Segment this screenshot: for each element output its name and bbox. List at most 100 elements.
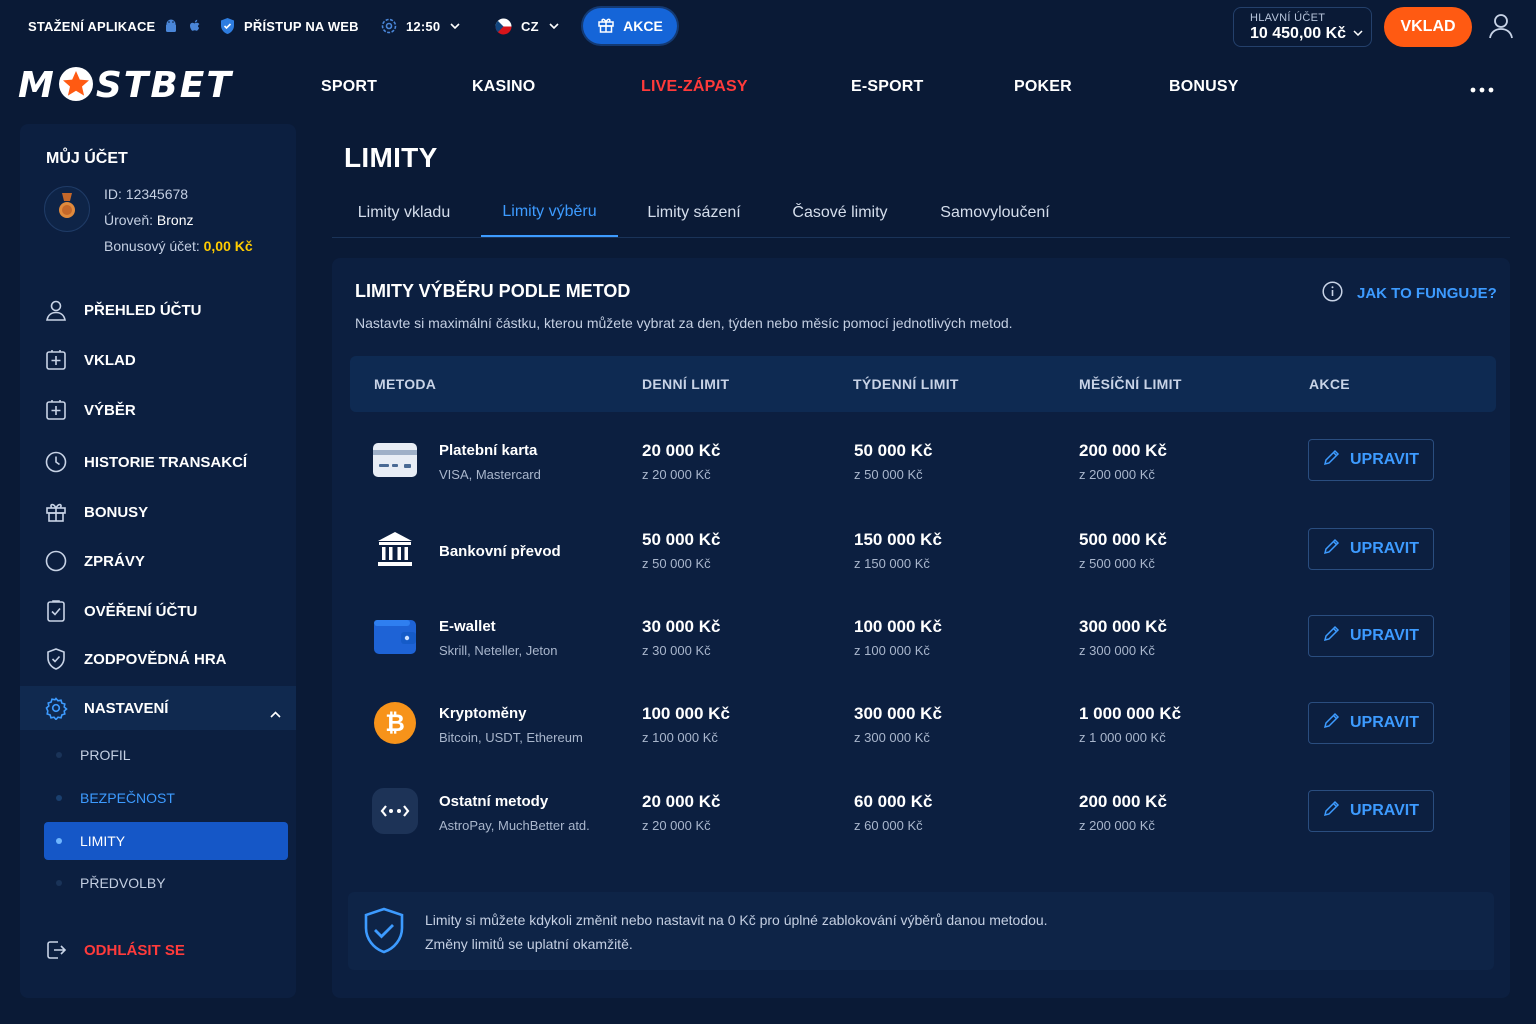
sidebar-item-deposit[interactable]: VKLAD: [20, 338, 296, 382]
language-selector[interactable]: CZ: [495, 0, 559, 52]
edit-button[interactable]: UPRAVIT: [1308, 702, 1434, 744]
tab-betting-limits[interactable]: Limity sázení: [628, 188, 760, 237]
subitem-label: PROFIL: [80, 747, 131, 763]
sidebar-subitem-limits[interactable]: LIMITY: [44, 822, 288, 860]
method-sub: AstroPay, MuchBetter atd.: [439, 818, 590, 833]
mostbet-logo[interactable]: M STBET: [18, 66, 233, 106]
gift-icon: [44, 500, 68, 524]
pencil-icon: [1323, 625, 1340, 647]
nav-live-matches[interactable]: LIVE-ZÁPASY: [641, 72, 748, 102]
sidebar-item-label: OVĚŘENÍ ÚČTU: [84, 602, 198, 620]
time-selector[interactable]: 12:50: [380, 0, 460, 52]
edit-button[interactable]: UPRAVIT: [1308, 615, 1434, 657]
method-sub: Bitcoin, USDT, Ethereum: [439, 730, 583, 745]
weekly-limit-max: z 60 000 Kč: [854, 818, 923, 833]
main-account-selector[interactable]: HLAVNÍ ÚČET 10 450,00 Kč: [1233, 7, 1372, 47]
bonus-value: 0,00 Kč: [203, 238, 253, 254]
sidebar-item-transaction-history[interactable]: HISTORIE TRANSAKCÍ: [20, 440, 296, 484]
sidebar-item-account-verification[interactable]: OVĚŘENÍ ÚČTU: [20, 589, 296, 633]
sidebar-subitem-preferences[interactable]: PŘEDVOLBY: [44, 864, 288, 902]
method-name: Platební karta: [439, 442, 538, 459]
language-value: CZ: [521, 18, 539, 34]
weekly-limit-value: 300 000 Kč: [854, 704, 942, 723]
account-id: ID: 12345678: [104, 186, 189, 202]
edit-button[interactable]: UPRAVIT: [1308, 439, 1434, 481]
sidebar-item-bonuses[interactable]: BONUSY: [20, 490, 296, 534]
weekly-limit-value: 100 000 Kč: [854, 617, 942, 636]
tab-time-limits[interactable]: Časové limity: [776, 188, 904, 237]
chevron-down-icon: [1353, 23, 1363, 41]
bullet-dot: [56, 838, 62, 844]
notice-line-1: Limity si můžete kdykoli změnit nebo nas…: [425, 912, 1048, 928]
header-actions: AKCE: [1309, 376, 1350, 392]
sidebar-title: MŮJ ÚČET: [46, 150, 128, 167]
bullet-dot: [56, 880, 62, 886]
logo-star-icon: [57, 65, 95, 108]
how-it-works-label: JAK TO FUNGUJE?: [1357, 285, 1497, 302]
sidebar-item-logout[interactable]: ODHLÁSIT SE: [20, 928, 296, 972]
withdraw-icon: [44, 398, 68, 422]
nav-casino[interactable]: KASINO: [472, 72, 535, 102]
user-profile-icon[interactable]: [1488, 12, 1514, 45]
how-it-works-link[interactable]: JAK TO FUNGUJE?: [1322, 281, 1497, 306]
sidebar-subitem-security[interactable]: BEZPEČNOST: [44, 779, 288, 817]
chevron-up-icon: [270, 705, 281, 722]
other-methods-icon: [372, 788, 418, 834]
sidebar-item-account-overview[interactable]: PŘEHLED ÚČTU: [20, 288, 296, 332]
method-sub: VISA, Mastercard: [439, 467, 541, 482]
sidebar-item-withdrawal[interactable]: VÝBĚR: [20, 388, 296, 432]
android-icon: [163, 18, 179, 34]
tab-self-exclusion[interactable]: Samovyloučení: [924, 188, 1066, 237]
daily-limit-max: z 20 000 Kč: [642, 467, 711, 482]
level-value: Bronz: [156, 212, 194, 228]
sidebar-item-label: ZODPOVĚDNÁ HRA: [84, 650, 227, 668]
credit-card-icon: [372, 437, 418, 483]
nav-esport[interactable]: E-SPORT: [851, 72, 924, 102]
verify-icon: [44, 599, 68, 623]
bonus-label: Bonusový účet:: [104, 238, 204, 254]
weekly-limit-value: 150 000 Kč: [854, 530, 942, 549]
bitcoin-icon: ₿: [372, 700, 418, 746]
deposit-button[interactable]: VKLAD: [1384, 7, 1472, 47]
edit-button[interactable]: UPRAVIT: [1308, 528, 1434, 570]
subitem-label: LIMITY: [80, 833, 126, 849]
logo-text-right: STBET: [95, 65, 233, 106]
sidebar-subitem-profile[interactable]: PROFIL: [44, 736, 288, 774]
more-menu-icon[interactable]: [1470, 80, 1494, 98]
akce-button[interactable]: AKCE: [583, 8, 677, 44]
pencil-icon: [1323, 712, 1340, 734]
pencil-icon: [1323, 449, 1340, 471]
time-value: 12:50: [406, 18, 441, 34]
daily-limit-value: 20 000 Kč: [642, 441, 721, 460]
sidebar-item-label: HISTORIE TRANSAKCÍ: [84, 453, 248, 471]
nav-poker[interactable]: POKER: [1014, 72, 1072, 102]
web-access-link[interactable]: PŘÍSTUP NA WEB: [219, 0, 359, 52]
daily-limit-value: 30 000 Kč: [642, 617, 721, 636]
weekly-limit-max: z 50 000 Kč: [854, 467, 923, 482]
sidebar-item-settings[interactable]: NASTAVENÍ: [20, 686, 296, 730]
monthly-limit-value: 1 000 000 Kč: [1079, 704, 1182, 723]
sidebar-item-label: ZPRÁVY: [84, 552, 145, 570]
akce-label: AKCE: [623, 18, 663, 34]
sidebar-item-label: BONUSY: [84, 503, 149, 521]
table-row: E-wallet Skrill, Neteller, Jeton 30 000 …: [350, 593, 1496, 679]
method-sub: Skrill, Neteller, Jeton: [439, 643, 558, 658]
nav-sport[interactable]: SPORT: [321, 72, 377, 102]
gear-icon: [44, 696, 68, 721]
sidebar-item-messages[interactable]: ZPRÁVY: [20, 539, 296, 583]
user-icon: [44, 298, 68, 322]
svg-text:₿: ₿: [385, 709, 405, 737]
avatar: [44, 186, 90, 232]
nav-bonuses[interactable]: BONUSY: [1169, 72, 1239, 102]
sidebar-item-label: PŘEHLED ÚČTU: [84, 301, 202, 319]
download-app-label: STAŽENÍ APLIKACE: [28, 18, 156, 34]
tab-withdrawal-limits[interactable]: Limity výběru: [481, 188, 618, 237]
top-bar: STAŽENÍ APLIKACE PŘÍSTUP NA WEB 12:50 CZ: [0, 0, 1536, 52]
daily-limit-max: z 30 000 Kč: [642, 643, 711, 658]
download-app-link[interactable]: STAŽENÍ APLIKACE: [28, 0, 203, 52]
sidebar-item-responsible-gaming[interactable]: ZODPOVĚDNÁ HRA: [20, 637, 296, 681]
edit-button[interactable]: UPRAVIT: [1308, 790, 1434, 832]
clock-gear-icon: [380, 17, 398, 35]
tab-deposit-limits[interactable]: Limity vkladu: [332, 188, 476, 237]
daily-limit-max: z 20 000 Kč: [642, 818, 711, 833]
